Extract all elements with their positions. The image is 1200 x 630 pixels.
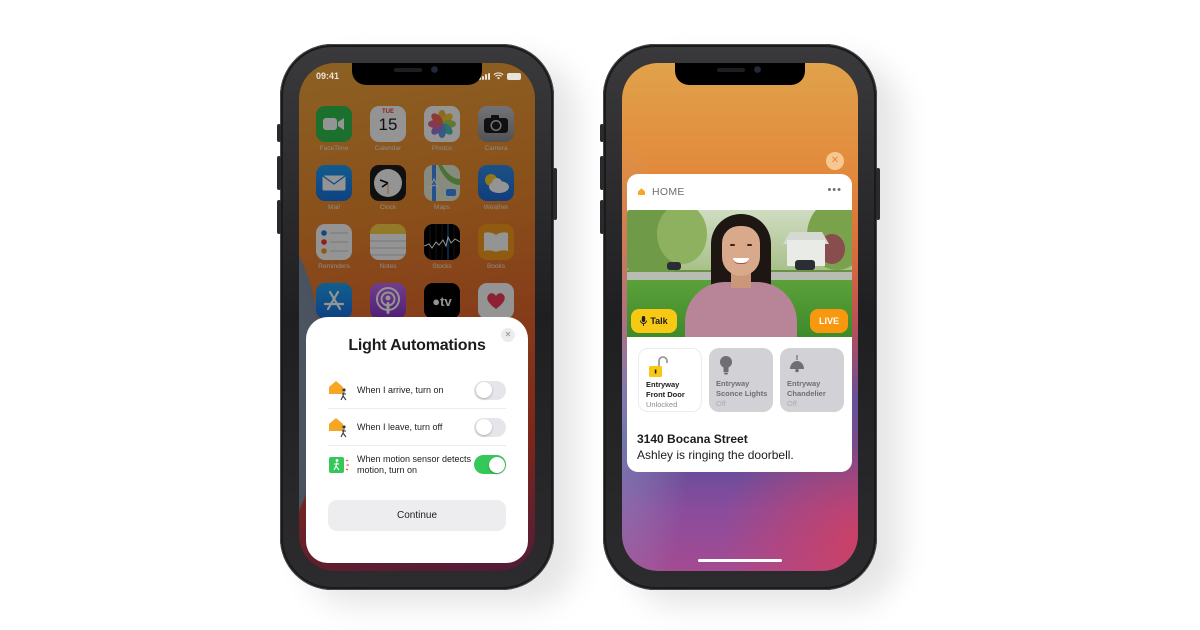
doorbell-camera-feed[interactable]: Talk LIVE <box>627 210 852 337</box>
home-app-icon <box>636 186 647 197</box>
volume-down-button <box>600 200 604 234</box>
unlocked-lock-icon <box>649 356 668 377</box>
status-time: 09:41 <box>316 71 340 81</box>
home-indicator[interactable] <box>698 559 782 562</box>
side-button <box>553 168 557 220</box>
automation-row-motion: When motion sensor detects motion, turn … <box>328 446 506 483</box>
volume-up-button <box>277 156 281 190</box>
automation-row-arrive: When I arrive, turn on <box>328 372 506 409</box>
leave-toggle[interactable] <box>474 417 506 437</box>
motion-toggle[interactable] <box>474 455 506 474</box>
automation-row-leave: When I leave, turn off <box>328 409 506 446</box>
live-button[interactable]: LIVE <box>810 309 848 333</box>
battery-icon <box>507 73 521 80</box>
notification-header: HOME ••• <box>627 174 852 210</box>
notch <box>675 63 805 85</box>
doorbell-notification: HOME ••• Talk LIVE Entryway Front Door U… <box>627 174 852 472</box>
close-button[interactable]: ✕ <box>501 328 515 342</box>
talk-button[interactable]: Talk <box>631 309 677 333</box>
right-screen: ✕ HOME ••• Talk LIVE Entryway Front Door… <box>622 63 858 571</box>
accessory-sconce-lights[interactable]: Entryway Sconce Lights Off <box>709 348 773 412</box>
volume-down-button <box>277 200 281 234</box>
left-screen: 09:41 FaceTime TUE 15 Calendar Photos Ca… <box>299 63 535 571</box>
more-options-icon[interactable]: ••• <box>827 184 842 196</box>
mute-switch <box>600 124 604 142</box>
continue-button[interactable]: Continue <box>328 500 506 531</box>
left-iphone: 09:41 FaceTime TUE 15 Calendar Photos Ca… <box>277 44 557 590</box>
motion-sensor-icon <box>329 456 349 473</box>
accessory-state: Unlocked <box>646 400 678 409</box>
right-iphone: ✕ HOME ••• Talk LIVE Entryway Front Door… <box>600 44 880 590</box>
wifi-icon <box>493 72 504 80</box>
leave-home-icon <box>329 418 347 438</box>
accessory-state: Off <box>716 399 726 408</box>
side-button <box>876 168 880 220</box>
light-bulb-icon <box>720 356 732 375</box>
accessory-state: Off <box>787 399 797 408</box>
notification-app-name: HOME <box>652 186 685 198</box>
accessory-chandelier[interactable]: Entryway Chandelier Off <box>780 348 844 412</box>
accessory-tiles: Entryway Front Door Unlocked Entryway Sc… <box>638 348 844 412</box>
mute-switch <box>277 124 281 142</box>
sheet-title: Light Automations <box>348 337 486 354</box>
light-automations-sheet: ✕ Light Automations When I arrive, turn … <box>306 317 528 563</box>
volume-up-button <box>600 156 604 190</box>
notch <box>352 63 482 85</box>
microphone-icon <box>640 316 648 326</box>
notification-body: Ashley is ringing the doorbell. <box>637 448 794 462</box>
chandelier-icon <box>790 355 804 373</box>
arrive-toggle[interactable] <box>474 380 506 400</box>
arrive-home-icon <box>329 381 347 401</box>
dismiss-notification-button[interactable]: ✕ <box>826 152 844 170</box>
notification-title: 3140 Bocana Street <box>637 432 748 446</box>
automation-list: When I arrive, turn on When I leave, tur… <box>328 372 506 483</box>
accessory-front-door[interactable]: Entryway Front Door Unlocked <box>638 348 702 412</box>
